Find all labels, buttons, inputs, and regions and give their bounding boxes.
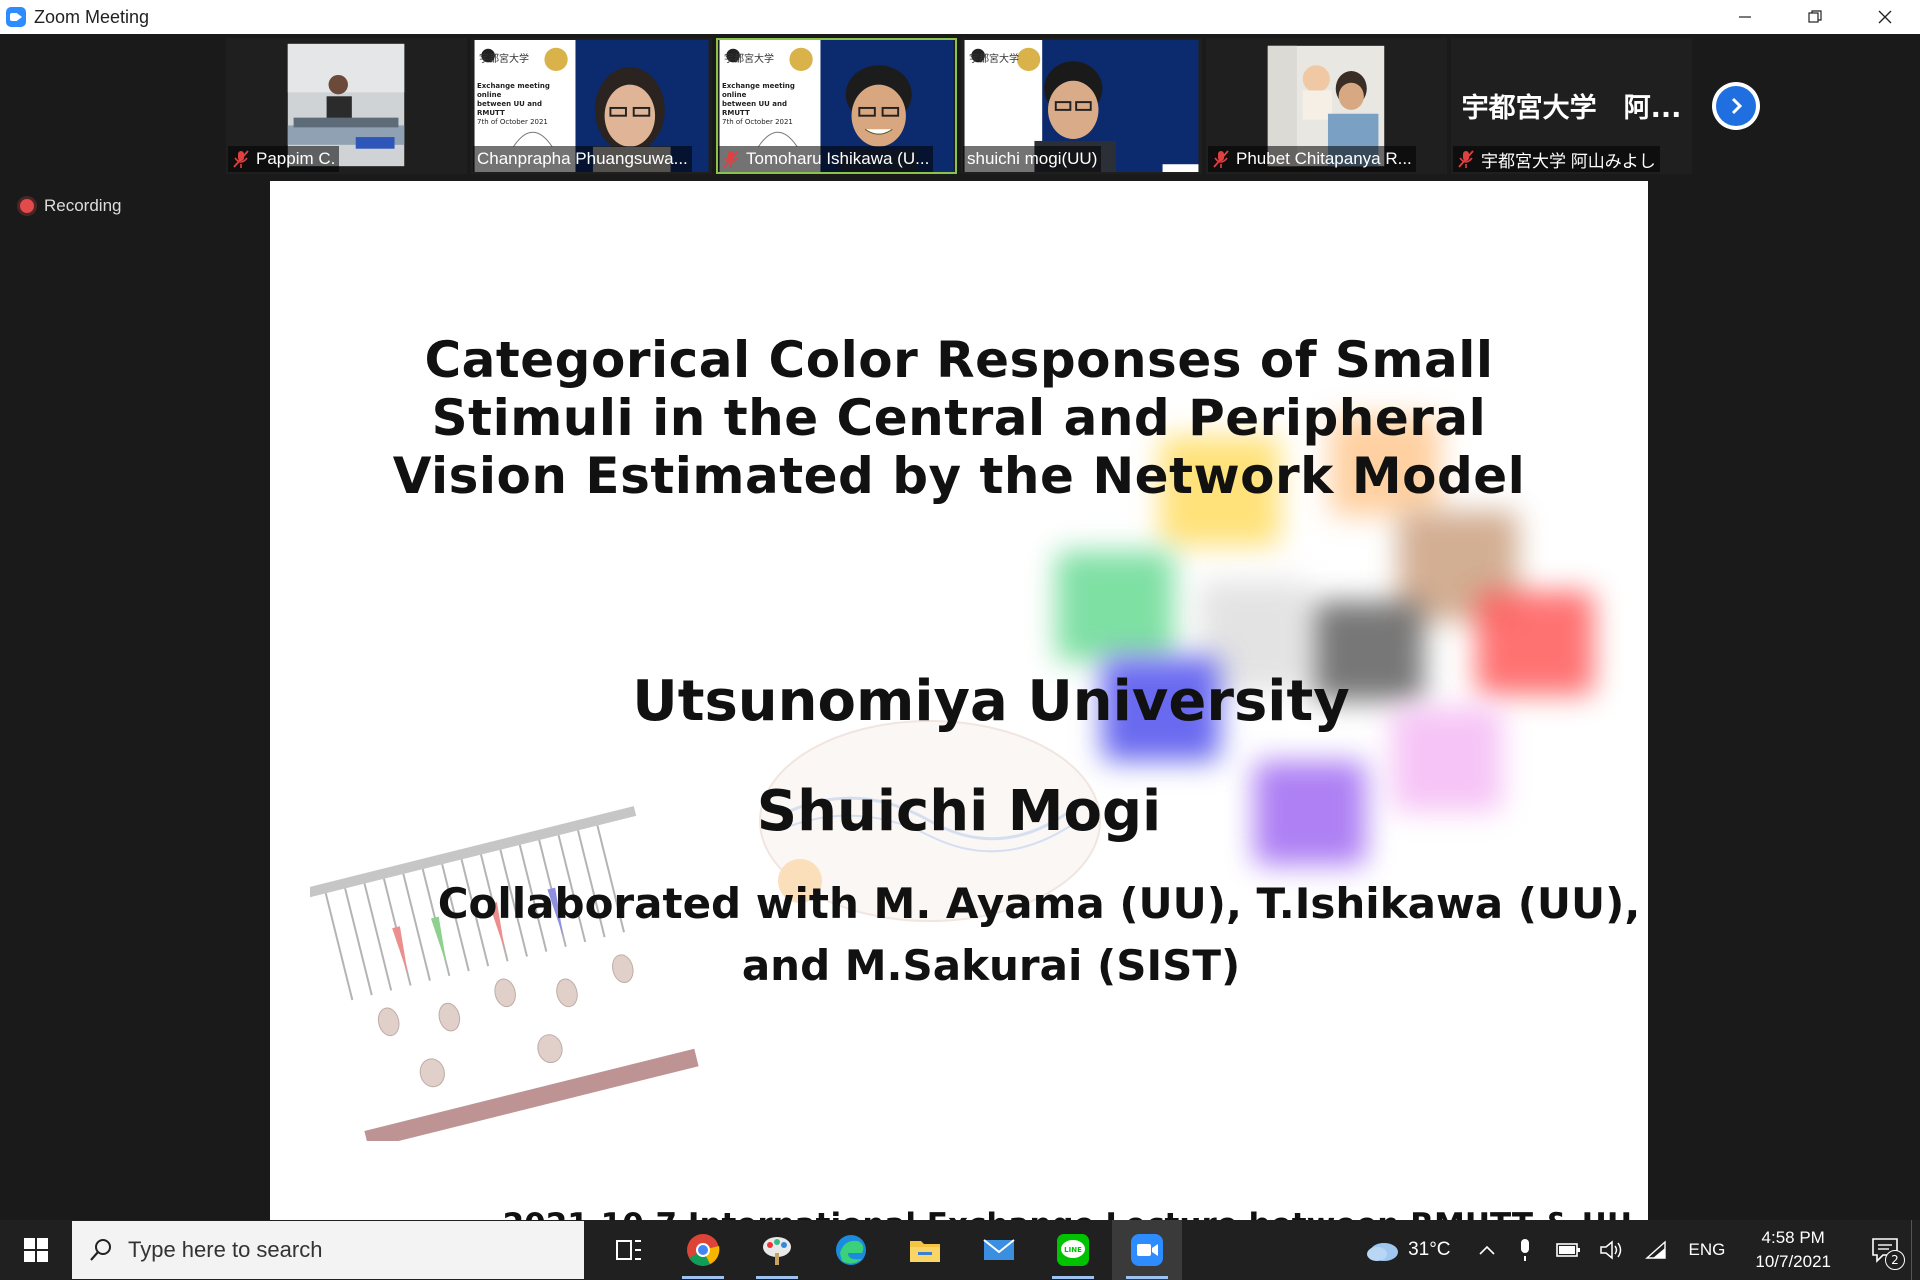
taskbar-file-explorer[interactable] (890, 1220, 960, 1280)
mic-muted-icon (233, 150, 249, 168)
participant-tile[interactable]: Phubet Chitapanya R... (1206, 38, 1447, 174)
taskbar-search-box[interactable]: Type here to search (72, 1221, 584, 1279)
slide-author: Shuichi Mogi (756, 779, 1162, 844)
participant-tile[interactable]: 宇都宮大学 shuichi mogi(UU) (961, 38, 1202, 174)
windows-logo-icon (24, 1238, 48, 1262)
microphone-icon[interactable] (1517, 1238, 1533, 1262)
window-title: Zoom Meeting (34, 6, 150, 27)
action-center-button[interactable]: 2 (1859, 1220, 1911, 1280)
participant-name: 宇都宮大学 阿山みよし (1481, 151, 1656, 171)
chevron-right-icon (1731, 97, 1743, 115)
banner-line: 7th of October 2021 (722, 118, 793, 126)
participant-name: Tomoharu Ishikawa (U... (746, 149, 930, 168)
wifi-icon[interactable] (1644, 1240, 1667, 1260)
participant-name-bar: Phubet Chitapanya R... (1208, 146, 1416, 172)
close-button[interactable] (1850, 0, 1920, 34)
participant-strip: Pappim C. 宇都宮大学 Exchange meeting online … (226, 38, 1692, 174)
participant-tile[interactable]: 宇都宮大学 Exchange meeting online between UU… (471, 38, 712, 174)
taskbar-zoom[interactable] (1112, 1220, 1182, 1280)
window-titlebar: Zoom Meeting (0, 0, 1920, 34)
banner-line: Exchange meeting online (722, 82, 795, 99)
minimize-icon (1739, 16, 1751, 18)
language-indicator[interactable]: ENG (1689, 1240, 1726, 1260)
banner-text: Exchange meeting online between UU and R… (477, 82, 569, 127)
slide-collaborators: and M.Sakurai (SIST) (741, 941, 1241, 990)
banner-univ: 宇都宮大学 (724, 54, 774, 65)
participant-name: Phubet Chitapanya R... (1236, 149, 1412, 168)
participant-name: shuichi mogi(UU) (967, 149, 1098, 168)
banner-line: Exchange meeting online (477, 82, 550, 99)
weather-cloud-icon (1367, 1243, 1399, 1261)
color-patch (1056, 551, 1174, 661)
banner-univ: 宇都宮大学 (969, 54, 1019, 65)
slide-collaborators: Collaborated with M. Ayama (UU), T.Ishik… (437, 879, 1641, 928)
paint-icon (763, 1237, 791, 1265)
banner-line: 7th of October 2021 (477, 118, 548, 126)
restore-button[interactable] (1780, 0, 1850, 34)
participant-display-name: 宇都宮大学 阿... (1461, 93, 1682, 124)
edge-icon (836, 1235, 866, 1265)
next-page-button[interactable] (1712, 82, 1760, 130)
taskbar-edge[interactable] (816, 1220, 886, 1280)
shared-screen-slide: Categorical Color Responses of Small Sti… (270, 181, 1648, 1254)
folder-icon (910, 1241, 940, 1262)
clock-time: 4:58 PM (1761, 1228, 1825, 1247)
taskbar-paint[interactable] (742, 1220, 812, 1280)
minimize-button[interactable] (1710, 0, 1780, 34)
volume-icon[interactable] (1599, 1239, 1623, 1261)
mail-icon (983, 1239, 1015, 1260)
participant-name-bar: 宇都宮大学 阿山みよし (1453, 146, 1660, 172)
participant-name: Pappim C. (256, 149, 336, 168)
chevron-up-icon[interactable] (1477, 1243, 1497, 1257)
taskbar-line[interactable]: LINE (1038, 1220, 1108, 1280)
system-tray: 31°C ENG 4:58 PM 10/7/2021 2 (1364, 1220, 1920, 1280)
participant-name-bar: Pappim C. (228, 146, 340, 172)
mic-muted-icon (723, 150, 739, 168)
banner-line: between UU and RMUTT (477, 100, 543, 117)
mic-muted-icon (1458, 150, 1474, 168)
zoom-app-icon (6, 7, 26, 27)
participant-name-bar: Tomoharu Ishikawa (U... (718, 146, 934, 172)
slide-affiliation: Utsunomiya University (632, 669, 1350, 734)
participant-tile[interactable]: Pappim C. (226, 38, 467, 174)
search-icon (90, 1239, 111, 1261)
start-button[interactable] (0, 1220, 72, 1280)
taskbar-chrome[interactable] (668, 1220, 738, 1280)
meeting-area: Pappim C. 宇都宮大学 Exchange meeting online … (0, 34, 1920, 1254)
clock-date: 10/7/2021 (1755, 1252, 1831, 1271)
battery-icon[interactable] (1555, 1241, 1581, 1259)
restore-icon (1808, 10, 1822, 23)
participant-tile-active-speaker[interactable]: 宇都宮大学 Exchange meeting online between UU… (716, 38, 957, 174)
weather-temperature[interactable]: 31°C (1408, 1239, 1450, 1261)
search-placeholder: Type here to search (128, 1237, 323, 1262)
participant-tile[interactable]: 宇都宮大学 阿... 宇都宮大学 阿山みよし (1451, 38, 1692, 174)
slide-title-line: Categorical Color Responses of Small (424, 331, 1494, 389)
slide-title-line: Vision Estimated by the Network Model (392, 447, 1526, 505)
taskbar-mail[interactable] (964, 1220, 1034, 1280)
recording-indicator[interactable]: Recording (20, 196, 122, 216)
participant-name: Chanprapha Phuangsuwa... (477, 149, 688, 168)
windows-taskbar: Type here to search LINE 31°C ENG 4:58 P… (0, 1220, 1920, 1280)
recording-dot-icon (20, 199, 34, 213)
zoom-icon (1131, 1234, 1163, 1266)
banner-text: Exchange meeting online between UU and R… (722, 82, 814, 127)
recording-label: Recording (44, 196, 122, 215)
close-icon (1878, 10, 1892, 24)
mic-muted-icon (1213, 150, 1229, 168)
chrome-icon (687, 1234, 720, 1266)
task-view-icon (616, 1240, 641, 1260)
taskbar-clock[interactable]: 4:58 PM 10/7/2021 (1755, 1226, 1831, 1274)
slide-title-line: Stimuli in the Central and Peripheral (431, 389, 1487, 447)
participant-name-bar: shuichi mogi(UU) (963, 146, 1102, 172)
banner-line: between UU and RMUTT (722, 100, 788, 117)
notification-count-badge: 2 (1885, 1250, 1905, 1270)
show-desktop-button[interactable] (1911, 1220, 1920, 1280)
line-app-icon: LINE (1057, 1234, 1089, 1266)
svg-text:LINE: LINE (1064, 1246, 1082, 1254)
task-view-button[interactable] (594, 1220, 664, 1280)
banner-univ: 宇都宮大学 (479, 54, 529, 65)
window-controls (1710, 0, 1920, 34)
participant-name-bar: Chanprapha Phuangsuwa... (473, 146, 692, 172)
